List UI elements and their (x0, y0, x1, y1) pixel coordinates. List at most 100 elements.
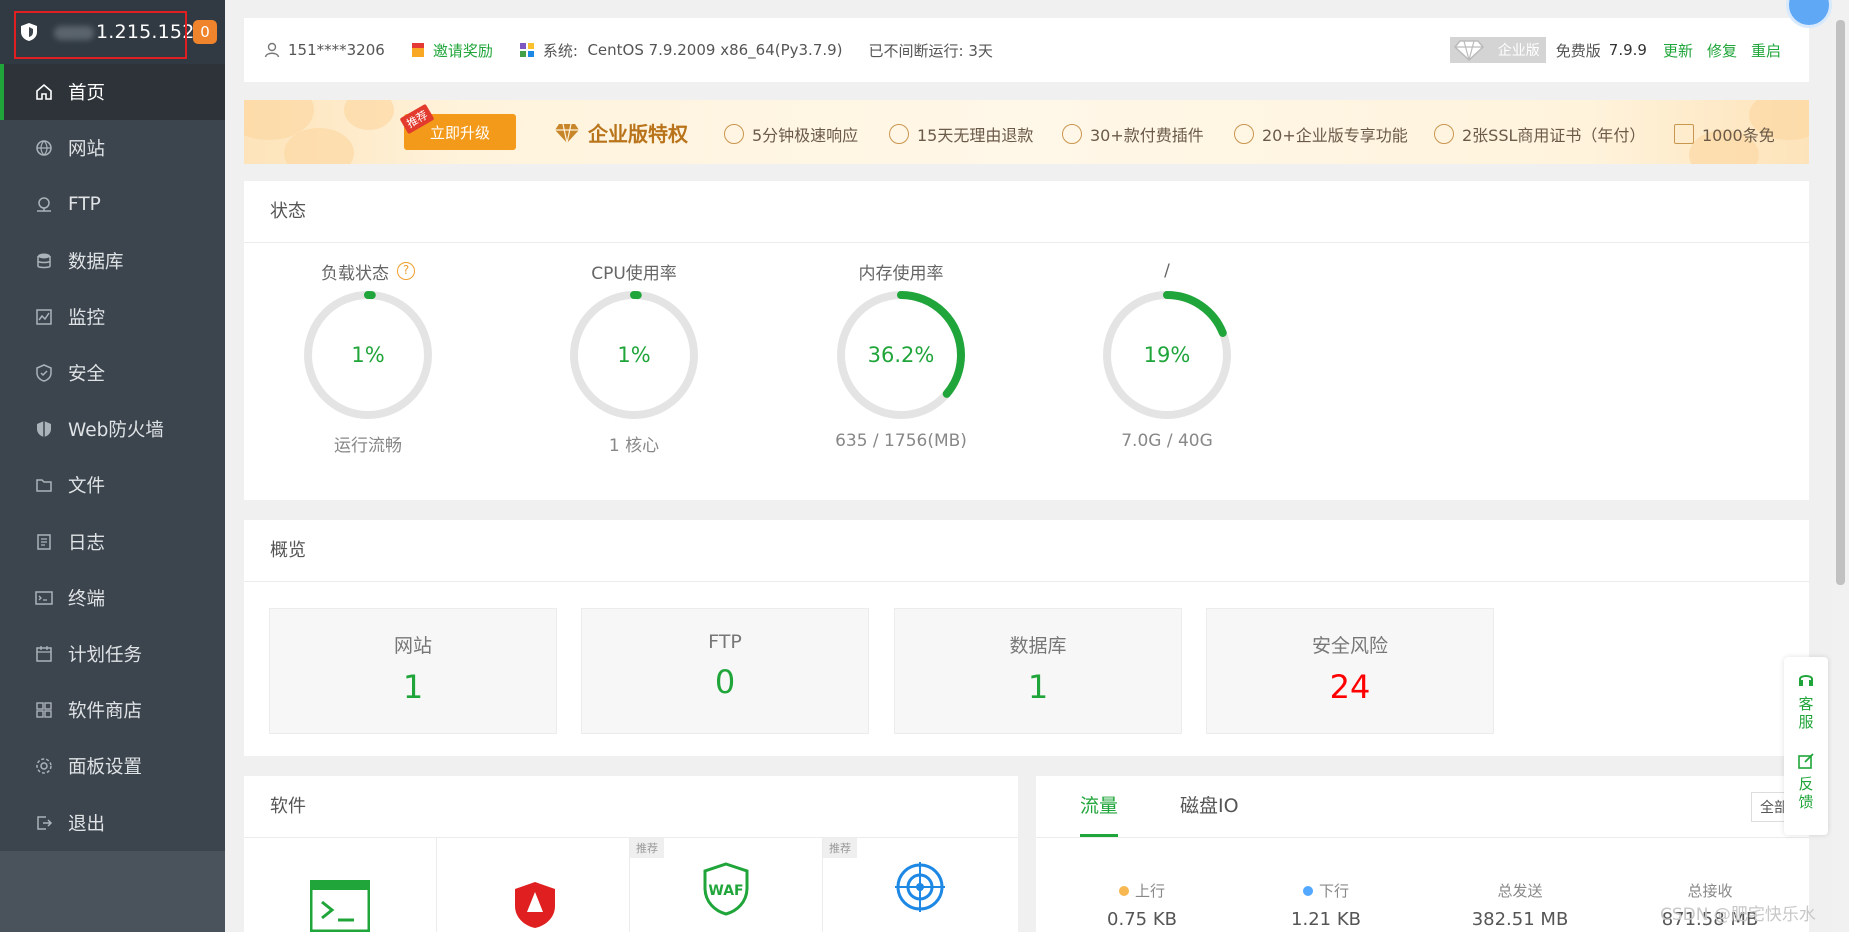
restart-button[interactable]: 重启 (1751, 40, 1781, 61)
gauge-caption: 635 / 1756(MB) (835, 431, 967, 451)
gauge-disk[interactable]: / 19% 7.0G / 40G (1097, 259, 1237, 451)
feature-sms[interactable]: 1000条免 (1674, 122, 1775, 146)
sidebar-item-settings[interactable]: 面板设置 (0, 738, 225, 794)
crown-diamond-icon (555, 123, 579, 143)
upload-dot (1118, 885, 1129, 896)
uptime-text: 已不间断运行: 3天 (868, 41, 993, 60)
folder-icon (34, 475, 54, 495)
firewall-icon (34, 419, 54, 439)
overview-card-database[interactable]: 数据库 1 (894, 608, 1182, 734)
card-label: 安全风险 (1311, 635, 1388, 657)
sidebar-item-home[interactable]: 首页 (0, 64, 225, 121)
sidebar-item-label: Web防火墙 (68, 420, 164, 442)
software-waf[interactable]: 推荐 WAF (630, 838, 823, 932)
svg-text:WAF: WAF (708, 883, 743, 899)
feature-label: 5分钟极速响应 (752, 126, 859, 145)
recommend-tag: 推荐 (630, 838, 664, 858)
upgrade-button[interactable]: 推荐 立即升级 (399, 103, 516, 150)
feedback-button[interactable]: 反馈 (1784, 753, 1828, 811)
edition-label: 免费版 (1555, 41, 1601, 60)
gauge-memory[interactable]: 内存使用率 36.2% 635 / 1756(MB) (831, 259, 971, 452)
sidebar-item-files[interactable]: 文件 (0, 457, 225, 513)
system-icon (519, 43, 534, 57)
edit-icon (1798, 753, 1814, 769)
update-button[interactable]: 更新 (1663, 40, 1693, 61)
feature-plugins[interactable]: 30+款付费插件 (1062, 122, 1204, 146)
radar-icon (895, 862, 945, 912)
feature-ssl[interactable]: 2张SSL商用证书（年付） (1434, 122, 1645, 146)
feature-exclusive[interactable]: 20+企业版专享功能 (1234, 122, 1408, 146)
tab-disk-io[interactable]: 磁盘IO (1180, 775, 1239, 837)
sidebar-item-ftp[interactable]: FTP (0, 176, 225, 232)
software-security[interactable] (437, 838, 630, 932)
tab-traffic[interactable]: 流量 (1080, 775, 1119, 837)
overview-panel: 概览 网站 1 FTP 0 数据库 1 安全风险 24 (244, 520, 1809, 756)
gauge-cpu[interactable]: CPU使用率 1% 1 核心 (564, 259, 704, 456)
red-shield-icon (515, 882, 555, 928)
overview-card-risk[interactable]: 安全风险 24 (1206, 608, 1494, 734)
gauge-ring: 1% (570, 291, 698, 419)
gauge-value: 1% (617, 343, 650, 367)
sidebar-item-store[interactable]: 软件商店 (0, 682, 225, 738)
message-badge[interactable]: 0 (193, 20, 217, 44)
feature-refund[interactable]: 15天无理由退款 (889, 122, 1033, 146)
feature-label: 1000条免 (1702, 126, 1775, 145)
repair-button[interactable]: 修复 (1707, 40, 1737, 61)
sidebar-item-waf[interactable]: Web防火墙 (0, 401, 225, 457)
gauge-load[interactable]: 负载状态? 1% 运行流畅 (298, 259, 438, 456)
sidebar-item-database[interactable]: 数据库 (0, 233, 225, 289)
gauge-title: CPU使用率 (591, 263, 677, 284)
ftp-icon (34, 194, 54, 214)
sidebar-footer (0, 851, 225, 932)
sidebar-item-label: 安全 (68, 364, 106, 386)
sidebar-item-cron[interactable]: 计划任务 (0, 626, 225, 682)
traffic-upload: 上行 0.75 KB (1062, 880, 1222, 930)
clock-icon (724, 124, 744, 144)
sidebar-item-security[interactable]: 安全 (0, 345, 225, 401)
gift-icon (411, 43, 424, 57)
scrollbar-thumb[interactable] (1836, 20, 1845, 585)
help-icon[interactable]: ? (397, 262, 415, 280)
sidebar-item-terminal[interactable]: 终端 (0, 570, 225, 626)
database-icon (34, 251, 54, 271)
enterprise-label: 企业版 (1497, 43, 1540, 59)
stat-label: 总接收 (1687, 882, 1733, 900)
status-title: 状态 (244, 181, 1809, 243)
banner-title: 企业版特权 (554, 118, 688, 147)
enterprise-badge[interactable]: 企业版 (1449, 37, 1546, 63)
overview-card-websites[interactable]: 网站 1 (269, 608, 557, 734)
sidebar-item-logout[interactable]: 退出 (0, 794, 225, 850)
card-label: 网站 (393, 635, 432, 657)
upgrade-label: 立即升级 (429, 123, 490, 142)
server-header[interactable]: 1.215.152 0 (0, 0, 225, 64)
sidebar-item-label: 退出 (68, 813, 106, 835)
ssl-icon (1434, 124, 1454, 144)
software-monitor[interactable]: 推荐 (823, 838, 1016, 932)
sidebar-item-logs[interactable]: 日志 (0, 514, 225, 570)
customer-service-button[interactable]: 客服 (1784, 671, 1828, 731)
traffic-download: 下行 1.21 KB (1246, 880, 1406, 930)
gauge-title: / (1164, 261, 1170, 281)
status-panel: 状态 负载状态? 1% 运行流畅 CPU使用率 1% 1 核心 内存使用率 36… (244, 181, 1809, 500)
sidebar-item-label: 文件 (68, 476, 106, 498)
gauge-value: 1% (351, 343, 384, 367)
stat-label: 总发送 (1497, 882, 1543, 900)
sidebar-item-label: 终端 (68, 588, 106, 610)
sidebar-item-monitor[interactable]: 监控 (0, 289, 225, 345)
system-label: 系统: (542, 41, 578, 60)
user-account[interactable]: 151****3206 (264, 41, 385, 59)
invite-link[interactable]: 邀请奖励 (411, 40, 493, 61)
feature-label: 2张SSL商用证书（年付） (1462, 126, 1646, 145)
overview-card-ftp[interactable]: FTP 0 (581, 608, 869, 734)
gauge-ring: 19% (1103, 291, 1231, 419)
headset-icon (1799, 675, 1813, 686)
diamond-outline-icon (1234, 124, 1254, 144)
overview-title: 概览 (244, 520, 1809, 582)
software-terminal[interactable] (244, 838, 437, 932)
logout-icon (34, 813, 54, 833)
sidebar-item-website[interactable]: 网站 (0, 120, 225, 176)
software-title: 软件 (244, 776, 1018, 838)
page-scrollbar[interactable] (1832, 0, 1849, 932)
feature-response[interactable]: 5分钟极速响应 (724, 122, 858, 146)
gauge-title: 负载状态 (321, 263, 389, 284)
